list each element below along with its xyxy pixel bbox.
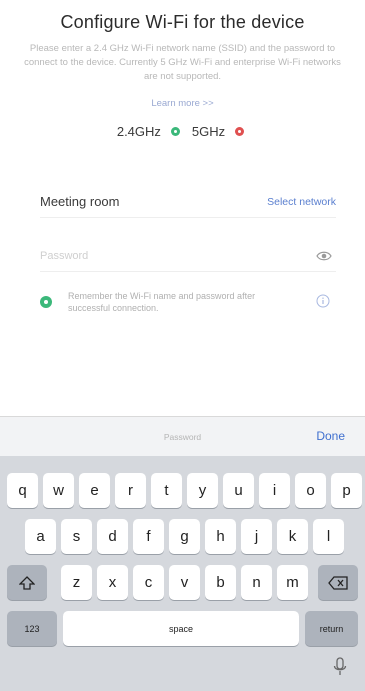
network-row: Meeting room Select network: [40, 186, 336, 218]
key-n[interactable]: n: [241, 565, 272, 600]
key-m[interactable]: m: [277, 565, 308, 600]
key-x[interactable]: x: [97, 565, 128, 600]
page-title: Configure Wi-Fi for the device: [60, 12, 305, 32]
network-name: Meeting room: [40, 194, 120, 209]
key-h[interactable]: h: [205, 519, 236, 554]
band-24-check-icon: [170, 127, 180, 136]
remember-row: Remember the Wi-Fi name and password aft…: [40, 290, 336, 314]
key-f[interactable]: f: [133, 519, 164, 554]
key-g[interactable]: g: [169, 519, 200, 554]
band-5-cross-icon: [235, 127, 245, 136]
key-e[interactable]: e: [79, 473, 110, 508]
key-p[interactable]: p: [331, 473, 362, 508]
key-i[interactable]: i: [259, 473, 290, 508]
select-network-link[interactable]: Select network: [267, 196, 336, 208]
key-q[interactable]: q: [7, 473, 38, 508]
microphone-icon[interactable]: [333, 657, 347, 677]
key-t[interactable]: t: [151, 473, 182, 508]
key-d[interactable]: d: [97, 519, 128, 554]
wifi-description: Please enter a 2.4 GHz Wi-Fi network nam…: [24, 43, 341, 82]
key-w[interactable]: w: [43, 473, 74, 508]
eye-icon[interactable]: [316, 248, 332, 264]
check-circle-icon[interactable]: [40, 296, 52, 308]
key-z[interactable]: z: [61, 565, 92, 600]
key-r[interactable]: r: [115, 473, 146, 508]
backspace-key[interactable]: [318, 565, 358, 600]
band-indicator: 2.4GHz 5GHz: [0, 124, 365, 139]
password-row: [40, 240, 336, 272]
key-l[interactable]: l: [313, 519, 344, 554]
key-a[interactable]: a: [25, 519, 56, 554]
key-s[interactable]: s: [61, 519, 92, 554]
learn-more-link[interactable]: Learn more >>: [0, 98, 365, 109]
remember-text: Remember the Wi-Fi name and password aft…: [68, 291, 256, 313]
shift-icon: [19, 575, 35, 590]
key-c[interactable]: c: [133, 565, 164, 600]
band-5-label: 5GHz: [191, 124, 226, 139]
key-j[interactable]: j: [241, 519, 272, 554]
key-v[interactable]: v: [169, 565, 200, 600]
key-u[interactable]: u: [223, 473, 254, 508]
shift-key[interactable]: [7, 565, 47, 600]
keyboard-toolbar-label: Password: [163, 431, 202, 442]
key-k[interactable]: k: [277, 519, 308, 554]
numbers-key[interactable]: 123: [7, 611, 57, 646]
keyboard-toolbar: Password Done: [0, 416, 365, 456]
done-button[interactable]: Done: [316, 429, 345, 443]
backspace-icon: [328, 575, 348, 590]
band-24-label: 2.4GHz: [116, 124, 161, 139]
keyboard: Password Done 123 space return qwertyuio…: [0, 416, 365, 691]
space-key[interactable]: space: [63, 611, 299, 646]
return-key[interactable]: return: [305, 611, 358, 646]
info-icon[interactable]: [316, 294, 330, 308]
password-input[interactable]: [40, 249, 240, 262]
key-y[interactable]: y: [187, 473, 218, 508]
key-o[interactable]: o: [295, 473, 326, 508]
key-b[interactable]: b: [205, 565, 236, 600]
